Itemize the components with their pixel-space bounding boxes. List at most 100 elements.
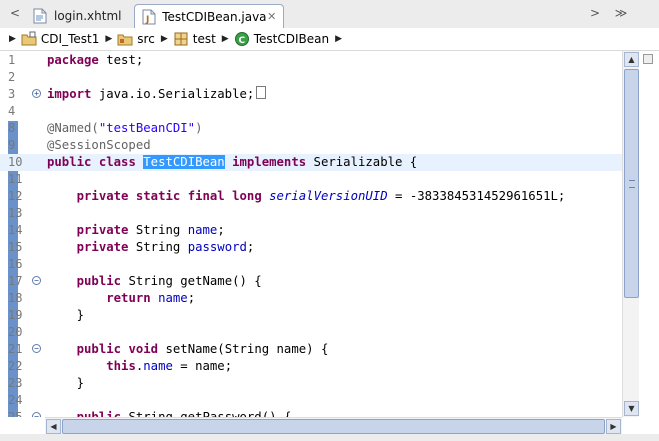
code-token: import	[47, 87, 92, 101]
vertical-scrollbar[interactable]: ▲ ▼	[622, 51, 640, 417]
code-token: package	[47, 53, 99, 67]
vertical-scroll-thumb[interactable]	[624, 69, 639, 298]
scroll-left-button[interactable]: ◀	[46, 419, 61, 434]
code-line[interactable]: 23 }	[0, 375, 622, 392]
code-line[interactable]: 12 private static final long serialVersi…	[0, 188, 622, 205]
tab-testcdibean-java[interactable]: J TestCDIBean.java ✕	[134, 4, 284, 28]
source-folder-icon	[117, 31, 133, 47]
breadcrumb-label: TestCDIBean	[253, 32, 330, 46]
code-line[interactable]: 19 }	[0, 307, 622, 324]
code-token: java.io.Serializable;	[91, 87, 255, 101]
code-token: String	[128, 223, 188, 237]
code-line[interactable]: 8 @Named("testBeanCDI")	[0, 120, 622, 137]
tab-label: login.xhtml	[54, 9, 122, 23]
code-text: }	[47, 375, 84, 392]
code-token: name	[158, 291, 188, 305]
project-icon	[21, 31, 37, 47]
code-token: public	[76, 410, 122, 417]
tabs-scroll-left-button[interactable]: <	[8, 6, 22, 20]
code-token: test;	[98, 53, 144, 67]
code-token: @SessionScoped	[47, 138, 151, 152]
code-line[interactable]: 10 public class TestCDIBean implements Se…	[0, 154, 622, 171]
scroll-down-button[interactable]: ▼	[624, 401, 639, 416]
line-number: 22	[8, 359, 23, 373]
code-token: name	[143, 359, 173, 373]
svg-text:C: C	[238, 36, 245, 46]
code-line[interactable]: 13	[0, 205, 622, 222]
line-number: 10	[8, 155, 23, 169]
line-number: 19	[8, 308, 23, 322]
breadcrumb-arrow-icon[interactable]: ▶	[335, 34, 342, 44]
breadcrumb-item-project[interactable]: CDI_Test1	[21, 28, 99, 50]
line-number: 8	[8, 121, 16, 135]
code-token: password	[187, 240, 247, 254]
code-line[interactable]: 21− public void setName(String name) {	[0, 341, 622, 358]
breadcrumb-item-src[interactable]: src	[117, 28, 155, 50]
horizontal-scroll-thumb[interactable]	[62, 419, 605, 434]
code-editor[interactable]: 1 package test; 2 3 + import java.io.Serializ…	[0, 51, 622, 417]
code-line[interactable]: 3 + import java.io.Serializable;	[0, 86, 622, 103]
code-line[interactable]: 15 private String password;	[0, 239, 622, 256]
editor-tab-bar: < login.xhtml J TestCDIBean.java ✕ > ≫	[0, 0, 659, 29]
code-text: private String password;	[47, 239, 255, 256]
scroll-right-button[interactable]: ▶	[606, 419, 621, 434]
code-line[interactable]: 20	[0, 324, 622, 341]
code-token: public	[76, 342, 122, 356]
breadcrumb: ▶ CDI_Test1 ▶ src ▶ test ▶ C TestCDIBean…	[0, 28, 659, 51]
code-line[interactable]: 25− public String getPassword() {	[0, 409, 622, 417]
breadcrumb-item-package[interactable]: test	[173, 28, 216, 50]
code-token: = name;	[172, 359, 233, 373]
code-token: public	[76, 274, 122, 288]
code-line[interactable]: 22 this.name = name;	[0, 358, 622, 375]
collapse-fold-icon[interactable]: −	[32, 276, 41, 285]
breadcrumb-arrow-icon[interactable]: ▶	[105, 34, 112, 44]
code-line[interactable]: 2	[0, 69, 622, 86]
overview-ruler[interactable]	[639, 51, 659, 417]
breadcrumb-arrow-icon[interactable]: ▶	[222, 34, 229, 44]
code-line[interactable]: 11	[0, 171, 622, 188]
code-text: return name;	[47, 290, 195, 307]
scroll-up-button[interactable]: ▲	[624, 52, 639, 67]
breadcrumb-arrow-icon[interactable]: ▶	[9, 34, 16, 44]
code-token: @Named(	[47, 121, 99, 135]
code-line[interactable]: 1 package test;	[0, 52, 622, 69]
code-text: import java.io.Serializable;	[47, 86, 267, 103]
folded-imports-box-icon[interactable]	[256, 86, 267, 99]
code-line[interactable]: 4	[0, 103, 622, 120]
line-number: 24	[8, 393, 23, 407]
code-line[interactable]: 16	[0, 256, 622, 273]
breadcrumb-label: CDI_Test1	[40, 32, 100, 46]
tab-login-xhtml[interactable]: login.xhtml	[26, 4, 136, 28]
expand-fold-icon[interactable]: +	[32, 89, 41, 98]
breadcrumb-arrow-icon[interactable]: ▶	[161, 34, 168, 44]
code-line[interactable]: 24	[0, 392, 622, 409]
code-token: class	[98, 155, 136, 169]
code-token: public	[47, 155, 92, 169]
code-line[interactable]: 18 return name;	[0, 290, 622, 307]
tabs-scroll-right-button[interactable]: >	[588, 6, 602, 20]
close-icon[interactable]: ✕	[267, 10, 277, 23]
code-text: this.name = name;	[47, 358, 232, 375]
line-number: 9	[8, 138, 16, 152]
line-number: 12	[8, 189, 23, 203]
line-number: 14	[8, 223, 23, 237]
code-token: static	[135, 189, 181, 203]
svg-text:J: J	[145, 15, 149, 25]
code-line[interactable]: 14 private String name;	[0, 222, 622, 239]
line-number: 4	[8, 104, 16, 118]
code-line[interactable]: 9 @SessionScoped	[0, 137, 622, 154]
line-number: 18	[8, 291, 23, 305]
code-line[interactable]: 17− public String getName() {	[0, 273, 622, 290]
horizontal-scrollbar[interactable]: ◀ ▶	[45, 417, 622, 435]
code-token: String getPassword() {	[121, 410, 292, 417]
tabs-overflow-button[interactable]: ≫	[614, 6, 628, 20]
breadcrumb-item-class[interactable]: C TestCDIBean	[234, 28, 329, 50]
collapse-fold-icon[interactable]: −	[32, 344, 41, 353]
